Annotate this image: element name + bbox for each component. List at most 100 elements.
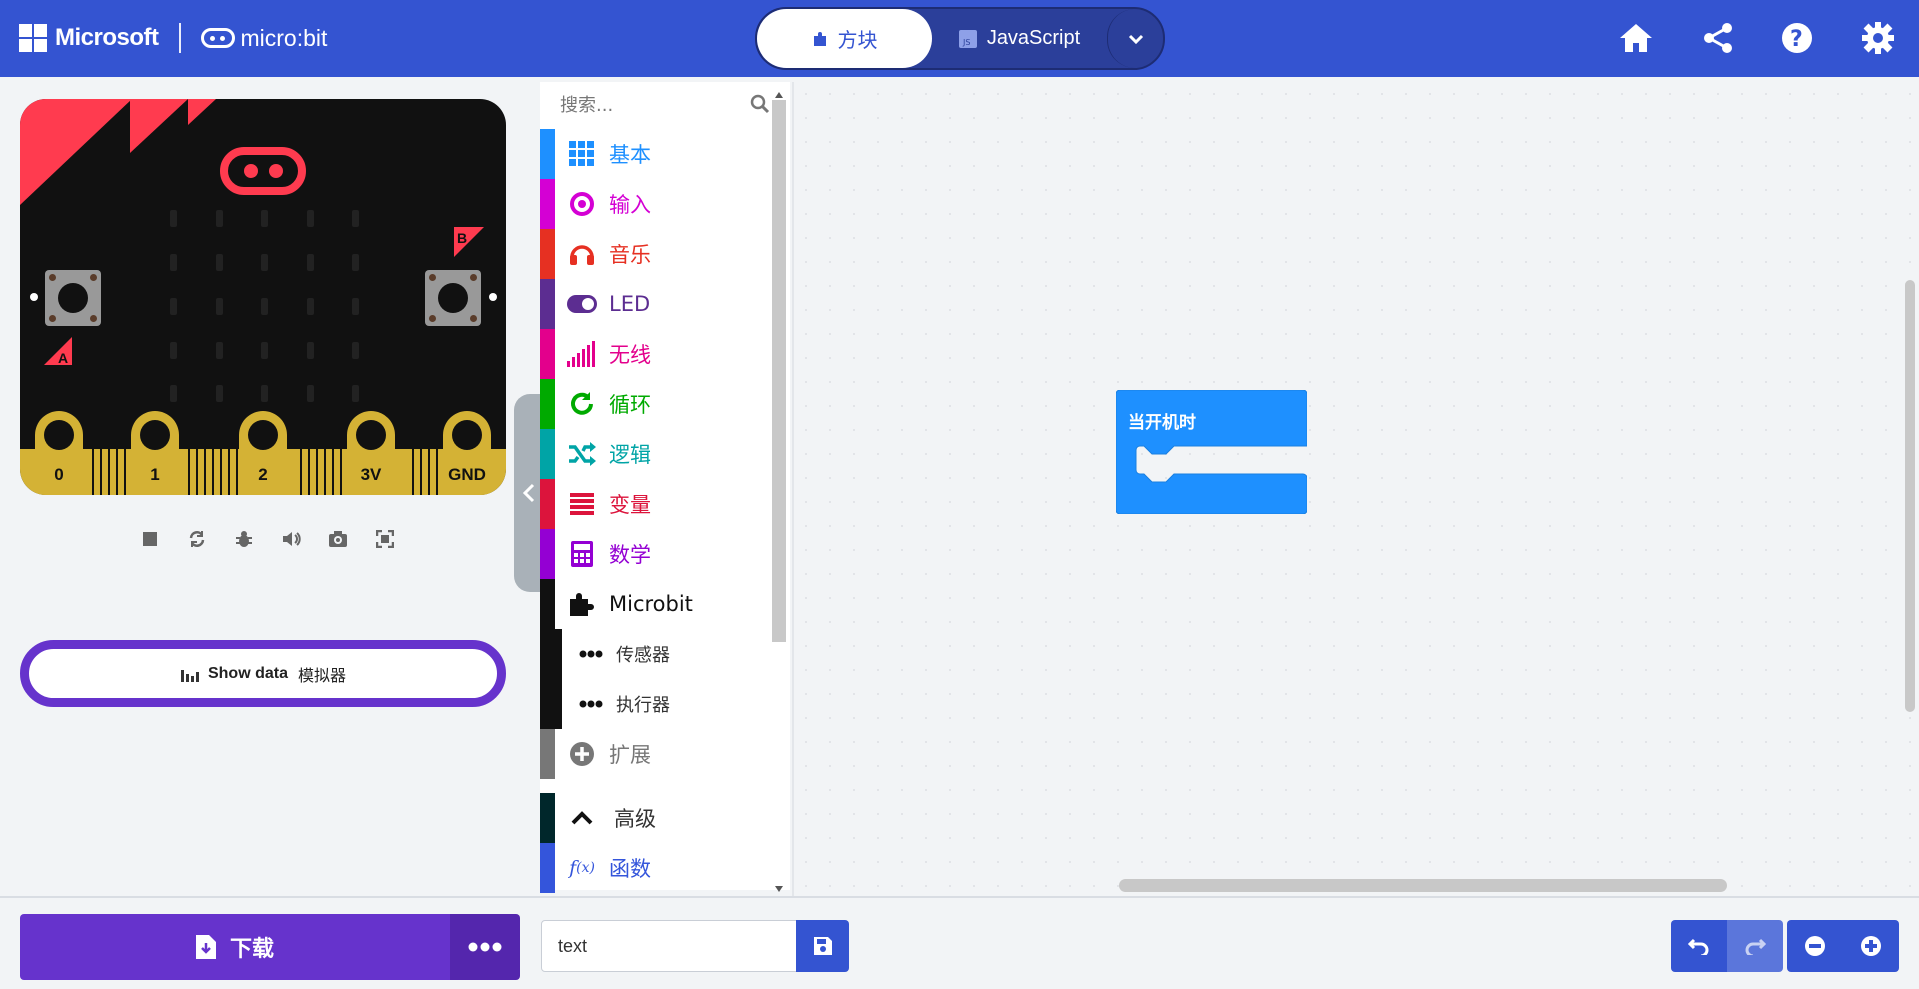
toolbox-scroll-down[interactable]	[774, 878, 786, 892]
function-icon: f (x)	[569, 857, 595, 879]
dots-icon	[576, 689, 606, 719]
undo-icon	[1688, 938, 1709, 955]
workspace-vertical-scrollbar[interactable]	[1905, 280, 1915, 712]
category-label: 无线	[609, 343, 651, 367]
toolbox-category-loops[interactable]: 循环	[540, 379, 780, 429]
mute-button[interactable]	[267, 528, 314, 550]
triangle-up-icon	[775, 92, 783, 98]
pin-label: 0	[54, 465, 64, 484]
blocks-mode-button[interactable]: 方块	[757, 9, 932, 68]
redo-icon	[1745, 938, 1766, 955]
button-a-dot	[30, 293, 38, 301]
share-button[interactable]	[1700, 20, 1736, 56]
toolbox-scrollbar[interactable]	[772, 100, 786, 642]
download-button[interactable]: 下载	[20, 914, 450, 980]
toolbox-category-extensions[interactable]: 扩展	[540, 729, 780, 779]
debug-button[interactable]	[220, 528, 267, 550]
on-start-block-label: 当开机时	[1128, 413, 1196, 432]
toolbox-category-music[interactable]: 音乐	[540, 229, 780, 279]
toolbox-category-radio[interactable]: 无线	[540, 329, 780, 379]
category-label: 执行器	[616, 695, 670, 716]
toolbox-category-variables[interactable]: 变量	[540, 479, 780, 529]
blocks-workspace[interactable]	[792, 82, 1919, 896]
category-label: 传感器	[616, 645, 670, 666]
search-icon	[750, 94, 770, 114]
svg-text:JS: JS	[962, 38, 970, 47]
svg-text:?: ?	[1790, 27, 1803, 52]
header: Microsoft micro:bit 方块 JS JavaScript ?	[0, 0, 1919, 77]
button-b[interactable]	[425, 270, 481, 326]
editor-mode-switch: 方块 JS JavaScript	[755, 7, 1165, 70]
microsoft-logo-icon	[19, 24, 47, 52]
workspace-horizontal-scrollbar[interactable]	[1119, 879, 1727, 892]
puzzle-icon	[567, 589, 597, 619]
category-label: 变量	[609, 493, 651, 517]
toolbox-category-led[interactable]: LED	[540, 279, 780, 329]
toolbox-category-basic[interactable]: 基本	[540, 129, 780, 179]
show-data-sublabel: 模拟器	[298, 667, 347, 685]
toolbox-search[interactable]: 搜索...	[560, 88, 770, 120]
toolbox-category-microbit[interactable]: Microbit	[540, 579, 780, 629]
language-dropdown-button[interactable]	[1107, 9, 1163, 68]
microsoft-label: Microsoft	[55, 24, 159, 51]
microbit-logo-icon	[200, 28, 235, 48]
search-input[interactable]: 搜索...	[560, 91, 613, 117]
toolbox-category-input[interactable]: 输入	[540, 179, 780, 229]
category-label: 循环	[609, 393, 651, 417]
toolbox-category-math[interactable]: 数学	[540, 529, 780, 579]
microbit-simulator-board[interactable]: A B 0 1 2 3V GND	[20, 99, 506, 495]
minus-circle-icon	[1805, 936, 1825, 956]
save-button[interactable]	[796, 920, 849, 972]
redo-button[interactable]	[1727, 920, 1783, 972]
show-data-button[interactable]: Show data 模拟器	[20, 640, 506, 707]
category-label: 逻辑	[609, 443, 651, 467]
fullscreen-icon	[375, 530, 394, 548]
button-a-label-badge: A	[44, 337, 72, 366]
toolbox-category-advanced[interactable]: 高级	[540, 793, 780, 843]
pin-label: 3V	[360, 465, 382, 484]
category-label: 函数	[609, 857, 651, 881]
restart-button[interactable]	[173, 528, 220, 550]
home-button[interactable]	[1618, 20, 1654, 56]
help-icon: ?	[1782, 23, 1812, 53]
toolbox-subcategory-sensors[interactable]: 传感器	[540, 629, 780, 679]
svg-text:A: A	[58, 350, 68, 366]
fullscreen-button[interactable]	[361, 528, 408, 550]
chevron-up-icon	[567, 803, 597, 833]
signal-icon	[567, 339, 597, 369]
brand-divider	[178, 23, 181, 53]
project-name-input[interactable]	[541, 920, 797, 972]
javascript-mode-button[interactable]: JS JavaScript	[932, 9, 1107, 68]
download-label: 下载	[229, 937, 274, 962]
category-label: 扩展	[609, 743, 651, 767]
button-b-dot	[489, 293, 497, 301]
settings-button[interactable]	[1860, 20, 1896, 56]
chevron-down-icon	[1128, 27, 1144, 50]
toggle-icon	[567, 289, 597, 319]
chevron-left-icon	[522, 483, 535, 503]
on-start-block[interactable]: 当开机时	[1115, 389, 1308, 515]
help-button[interactable]: ?	[1779, 20, 1815, 56]
download-file-icon	[195, 935, 216, 959]
list-icon	[567, 489, 597, 519]
category-label: 高级	[614, 807, 656, 831]
button-a[interactable]	[45, 270, 101, 326]
toolbox-category-functions[interactable]: f (x) 函数	[540, 843, 780, 893]
category-label: 基本	[609, 143, 651, 167]
pin-label: 2	[258, 465, 268, 484]
undo-button[interactable]	[1671, 920, 1727, 972]
zoom-out-button[interactable]	[1787, 920, 1843, 972]
toolbox-category-logic[interactable]: 逻辑	[540, 429, 780, 479]
zoom-in-button[interactable]	[1843, 920, 1899, 972]
simulator-toolbar	[126, 528, 408, 550]
refresh-icon	[567, 389, 597, 419]
stop-button[interactable]	[126, 528, 173, 550]
screenshot-button[interactable]	[314, 528, 361, 550]
svg-text:B: B	[457, 230, 467, 246]
download-more-button[interactable]	[450, 914, 520, 980]
puzzle-icon	[812, 30, 828, 48]
toolbox-subcategory-actuators[interactable]: 执行器	[540, 679, 780, 729]
brand[interactable]: Microsoft micro:bit	[19, 22, 327, 54]
category-label: Microbit	[609, 592, 693, 616]
toolbox-scroll-up[interactable]	[774, 84, 786, 98]
